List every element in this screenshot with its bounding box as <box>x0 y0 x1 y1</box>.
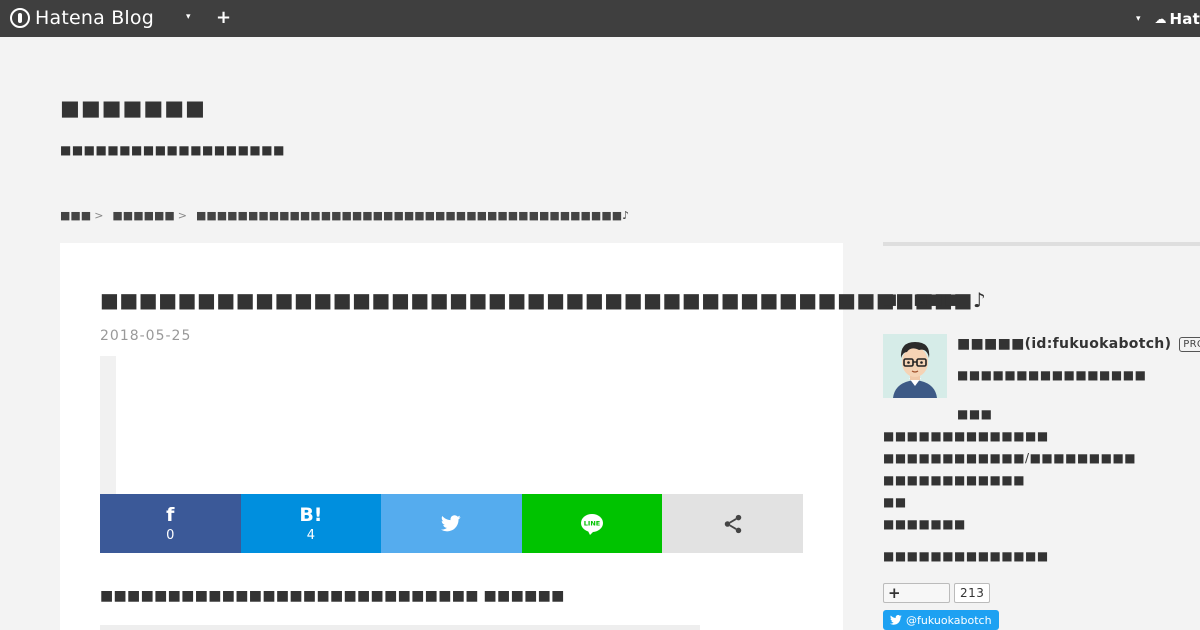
follower-count: 213 <box>954 583 991 603</box>
sidebar-top-rule <box>883 242 1200 246</box>
share-buttons-bar: f 0 B! 4 LINE <box>100 494 803 553</box>
hatena-bookmark-button[interactable]: B! 4 <box>240 494 382 553</box>
hatena-mini-logo-icon: ☁ <box>1154 12 1167 26</box>
new-post-plus-button[interactable]: + <box>216 7 231 28</box>
profile-line: ■■■ <box>957 407 993 421</box>
facebook-icon: f <box>166 503 175 526</box>
profile-line: ■■■■■■■ <box>883 517 966 531</box>
twitter-follow-button[interactable]: @fukuokabotch <box>883 610 999 630</box>
entry-title[interactable]: ■■■■■■■■■■■■■■■■■■■■■■■■■■■■■■■■■■■■■■■■… <box>100 288 986 312</box>
global-header-bar: Hatena Blog ▾ + ▾ ☁ Hat <box>0 0 1200 37</box>
facebook-share-button[interactable]: f 0 <box>100 494 241 553</box>
breadcrumb-category-link[interactable]: ■■■■■■ <box>112 209 174 222</box>
hatena-bookmark-icon: B! <box>299 503 323 526</box>
hatena-bookmark-count: 4 <box>306 527 316 543</box>
embedded-content-placeholder <box>100 356 116 496</box>
twitter-handle: @fukuokabotch <box>906 613 992 627</box>
pro-badge: PRO <box>1179 336 1200 352</box>
account-menu-caret-icon[interactable]: ▾ <box>1136 14 1141 24</box>
line-icon: LINE <box>581 513 604 535</box>
profile-subtitle: ■■■■■■■■■■■■■■■■ <box>957 368 1147 382</box>
profile-name[interactable]: ■■■■■(id:fukuokabotch) PRO <box>957 336 1200 352</box>
sidebar-profile-heading: ■■■■■ <box>883 290 959 308</box>
profile-avatar[interactable] <box>883 334 947 398</box>
breadcrumb-home-link[interactable]: ■■■ <box>60 209 91 222</box>
entry-date[interactable]: 2018-05-25 <box>100 328 191 344</box>
breadcrumb-current: ■■■■■■■■■■■■■■■■■■■■■■■■■■■■■■■■■■■■■■■■… <box>195 209 630 222</box>
global-header-right: ▾ ☁ Hat <box>1136 10 1200 28</box>
profile-line: ■■■■■■■■■■■■■■ <box>883 429 1049 443</box>
twitter-share-button[interactable] <box>381 494 522 553</box>
follow-widget: + 213 <box>883 583 991 603</box>
hatena-brand-link[interactable]: Hat <box>1170 10 1200 28</box>
profile-line: ■■■■■■■■■■■■ <box>883 473 1026 487</box>
blog-title[interactable]: ■■■■■■■ <box>60 96 206 120</box>
article-card: ■■■■■■■■■■■■■■■■■■■■■■■■■■■■■■■■■■■■■■■■… <box>60 243 986 630</box>
more-share-button[interactable] <box>662 494 803 553</box>
entry-body-faded-line <box>100 625 700 630</box>
line-share-button[interactable]: LINE <box>521 494 663 553</box>
hatena-blog-logo[interactable]: Hatena Blog <box>10 7 154 29</box>
breadcrumb-separator: > <box>94 209 104 222</box>
entry-lead-text: ■■■■■■■■■■■■■■■■■■■■■■■■■■■■ ■■■■■■ <box>100 588 565 604</box>
blog-description: ■■■■■■■■■■■■■■■■■■■ <box>60 143 285 157</box>
line-icon-text: LINE <box>584 519 600 527</box>
share-icon <box>724 514 741 533</box>
breadcrumb-separator: > <box>177 209 187 222</box>
twitter-bird-icon <box>441 515 462 532</box>
facebook-share-count: 0 <box>166 527 175 543</box>
profile-line: ■■■■■■■■■■■■/■■■■■■■■■ <box>883 451 1137 465</box>
logo-text: Hatena Blog <box>35 7 154 29</box>
profile-more-link[interactable]: ■■■■■■■■■■■■■■ <box>883 549 1049 563</box>
logo-menu-caret-icon[interactable]: ▾ <box>186 12 191 22</box>
profile-name-text[interactable]: ■■■■■(id:fukuokabotch) <box>957 336 1171 352</box>
hatena-logo-icon <box>10 8 30 28</box>
twitter-bird-icon <box>890 615 902 625</box>
breadcrumb: ■■■ > ■■■■■■ > ■■■■■■■■■■■■■■■■■■■■■■■■■… <box>60 209 629 222</box>
profile-description: ■■■ ■■■■■■■■■■■■■■ ■■■■■■■■■■■■/■■■■■■■■… <box>883 403 1136 535</box>
avatar-illustration-icon <box>883 334 947 398</box>
follow-plus-icon: + <box>888 584 901 602</box>
follow-button[interactable]: + <box>883 583 950 603</box>
profile-line: ■■ <box>883 495 907 509</box>
